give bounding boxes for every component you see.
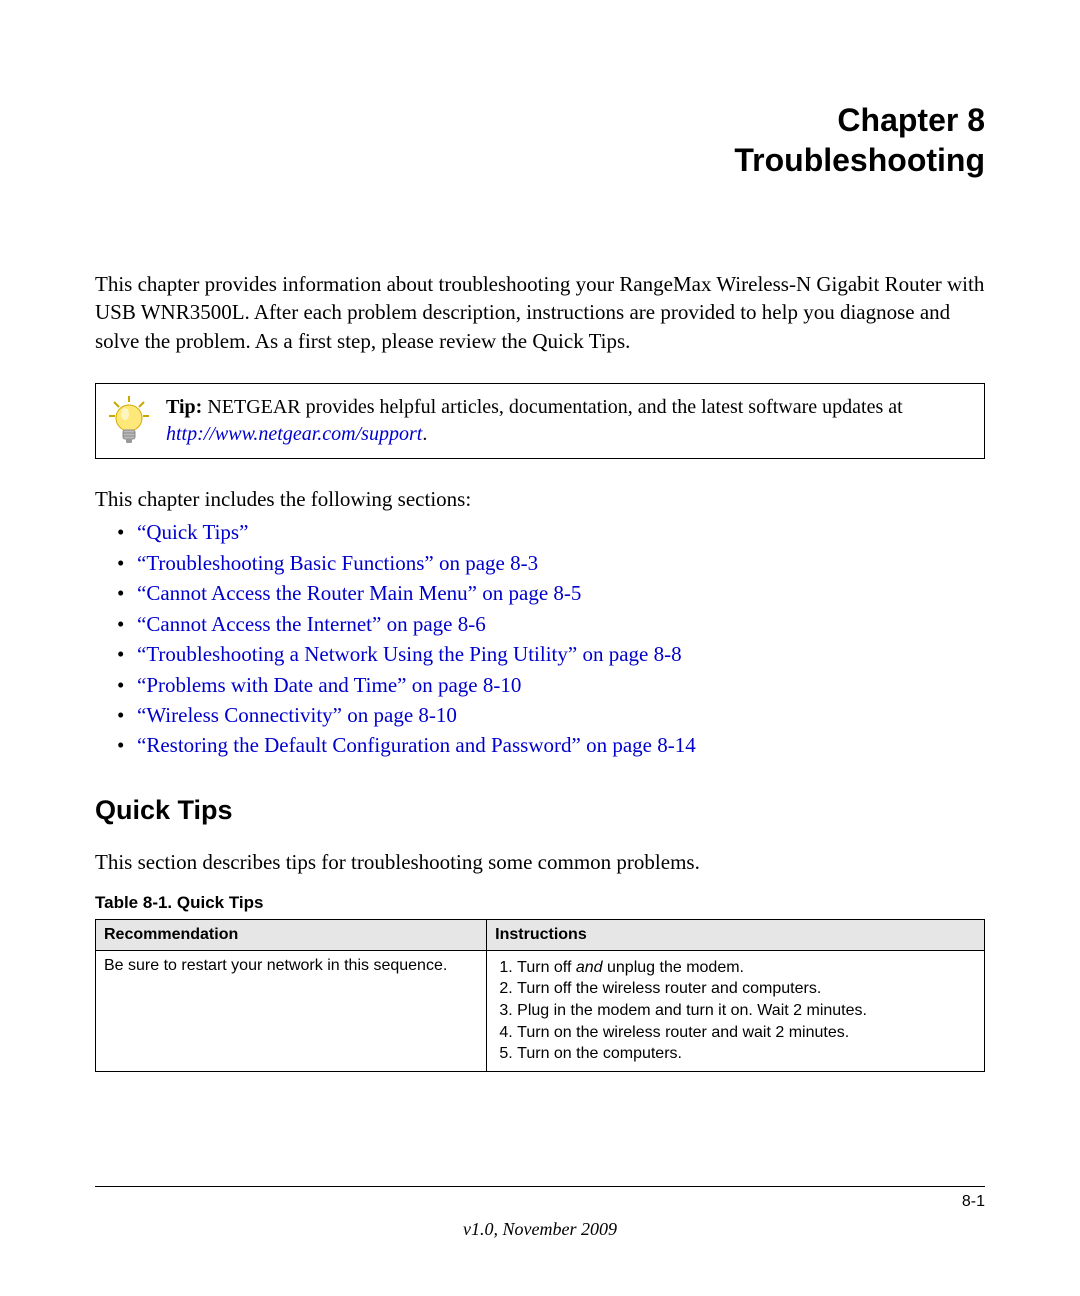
toc-item: “Problems with Date and Time” on page 8-… bbox=[95, 670, 985, 700]
document-page: Chapter 8 Troubleshooting This chapter p… bbox=[0, 0, 1080, 1296]
toc-item: “Troubleshooting a Network Using the Pin… bbox=[95, 639, 985, 669]
instruction-step: Plug in the modem and turn it on. Wait 2… bbox=[517, 1000, 976, 1022]
tip-body-before: NETGEAR provides helpful articles, docum… bbox=[202, 396, 902, 418]
table-row: Be sure to restart your network in this … bbox=[96, 950, 985, 1071]
chapter-intro: This chapter provides information about … bbox=[95, 270, 985, 355]
section-heading-quick-tips: Quick Tips bbox=[95, 795, 985, 826]
step1-post: unplug the modem. bbox=[603, 959, 744, 976]
instructions-list: Turn off and unplug the modem. Turn off … bbox=[495, 957, 976, 1065]
instruction-step: Turn on the computers. bbox=[517, 1043, 976, 1065]
tip-label: Tip: bbox=[166, 396, 202, 418]
instruction-step: Turn off and unplug the modem. bbox=[517, 957, 976, 979]
toc-link-internet[interactable]: “Cannot Access the Internet” on page 8-6 bbox=[137, 612, 486, 636]
toc-list: “Quick Tips” “Troubleshooting Basic Func… bbox=[95, 517, 985, 761]
section-intro: This section describes tips for troubles… bbox=[95, 850, 985, 875]
tip-support-link[interactable]: http://www.netgear.com/support bbox=[166, 423, 422, 445]
toc-link-restore-config[interactable]: “Restoring the Default Configuration and… bbox=[137, 733, 696, 757]
page-number: 8-1 bbox=[95, 1193, 985, 1211]
table-header-row: Recommendation Instructions bbox=[96, 919, 985, 950]
lightbulb-icon bbox=[106, 394, 152, 446]
version-line: v1.0, November 2009 bbox=[95, 1219, 985, 1240]
step1-em: and bbox=[576, 959, 603, 976]
chapter-number: Chapter 8 bbox=[95, 100, 985, 140]
toc-item: “Restoring the Default Configuration and… bbox=[95, 730, 985, 760]
toc-link-date-time[interactable]: “Problems with Date and Time” on page 8-… bbox=[137, 673, 521, 697]
instruction-step: Turn off the wireless router and compute… bbox=[517, 978, 976, 1000]
page-footer: 8-1 v1.0, November 2009 bbox=[95, 1186, 985, 1240]
toc-item: “Wireless Connectivity” on page 8-10 bbox=[95, 700, 985, 730]
toc-item: “Quick Tips” bbox=[95, 517, 985, 547]
toc-link-quick-tips[interactable]: “Quick Tips” bbox=[137, 520, 248, 544]
step1-pre: Turn off bbox=[517, 959, 576, 976]
tip-text: Tip: NETGEAR provides helpful articles, … bbox=[166, 394, 970, 448]
toc-item: “Cannot Access the Router Main Menu” on … bbox=[95, 578, 985, 608]
toc-item: “Cannot Access the Internet” on page 8-6 bbox=[95, 609, 985, 639]
instructions-cell: Turn off and unplug the modem. Turn off … bbox=[487, 950, 985, 1071]
chapter-heading: Chapter 8 Troubleshooting bbox=[95, 100, 985, 180]
toc-link-router-main-menu[interactable]: “Cannot Access the Router Main Menu” on … bbox=[137, 581, 581, 605]
table-header-instructions: Instructions bbox=[487, 919, 985, 950]
toc-link-ping-utility[interactable]: “Troubleshooting a Network Using the Pin… bbox=[137, 642, 682, 666]
toc-item: “Troubleshooting Basic Functions” on pag… bbox=[95, 548, 985, 578]
toc-link-basic-functions[interactable]: “Troubleshooting Basic Functions” on pag… bbox=[137, 551, 538, 575]
table-header-recommendation: Recommendation bbox=[96, 919, 487, 950]
table-caption: Table 8-1. Quick Tips bbox=[95, 893, 985, 913]
chapter-title: Troubleshooting bbox=[95, 140, 985, 180]
toc-intro: This chapter includes the following sect… bbox=[95, 485, 985, 513]
tip-body-after: . bbox=[422, 423, 427, 445]
instruction-step: Turn on the wireless router and wait 2 m… bbox=[517, 1022, 976, 1044]
recommendation-cell: Be sure to restart your network in this … bbox=[96, 950, 487, 1071]
quick-tips-table: Recommendation Instructions Be sure to r… bbox=[95, 919, 985, 1072]
tip-callout: Tip: NETGEAR provides helpful articles, … bbox=[95, 383, 985, 459]
toc-link-wireless[interactable]: “Wireless Connectivity” on page 8-10 bbox=[137, 703, 457, 727]
